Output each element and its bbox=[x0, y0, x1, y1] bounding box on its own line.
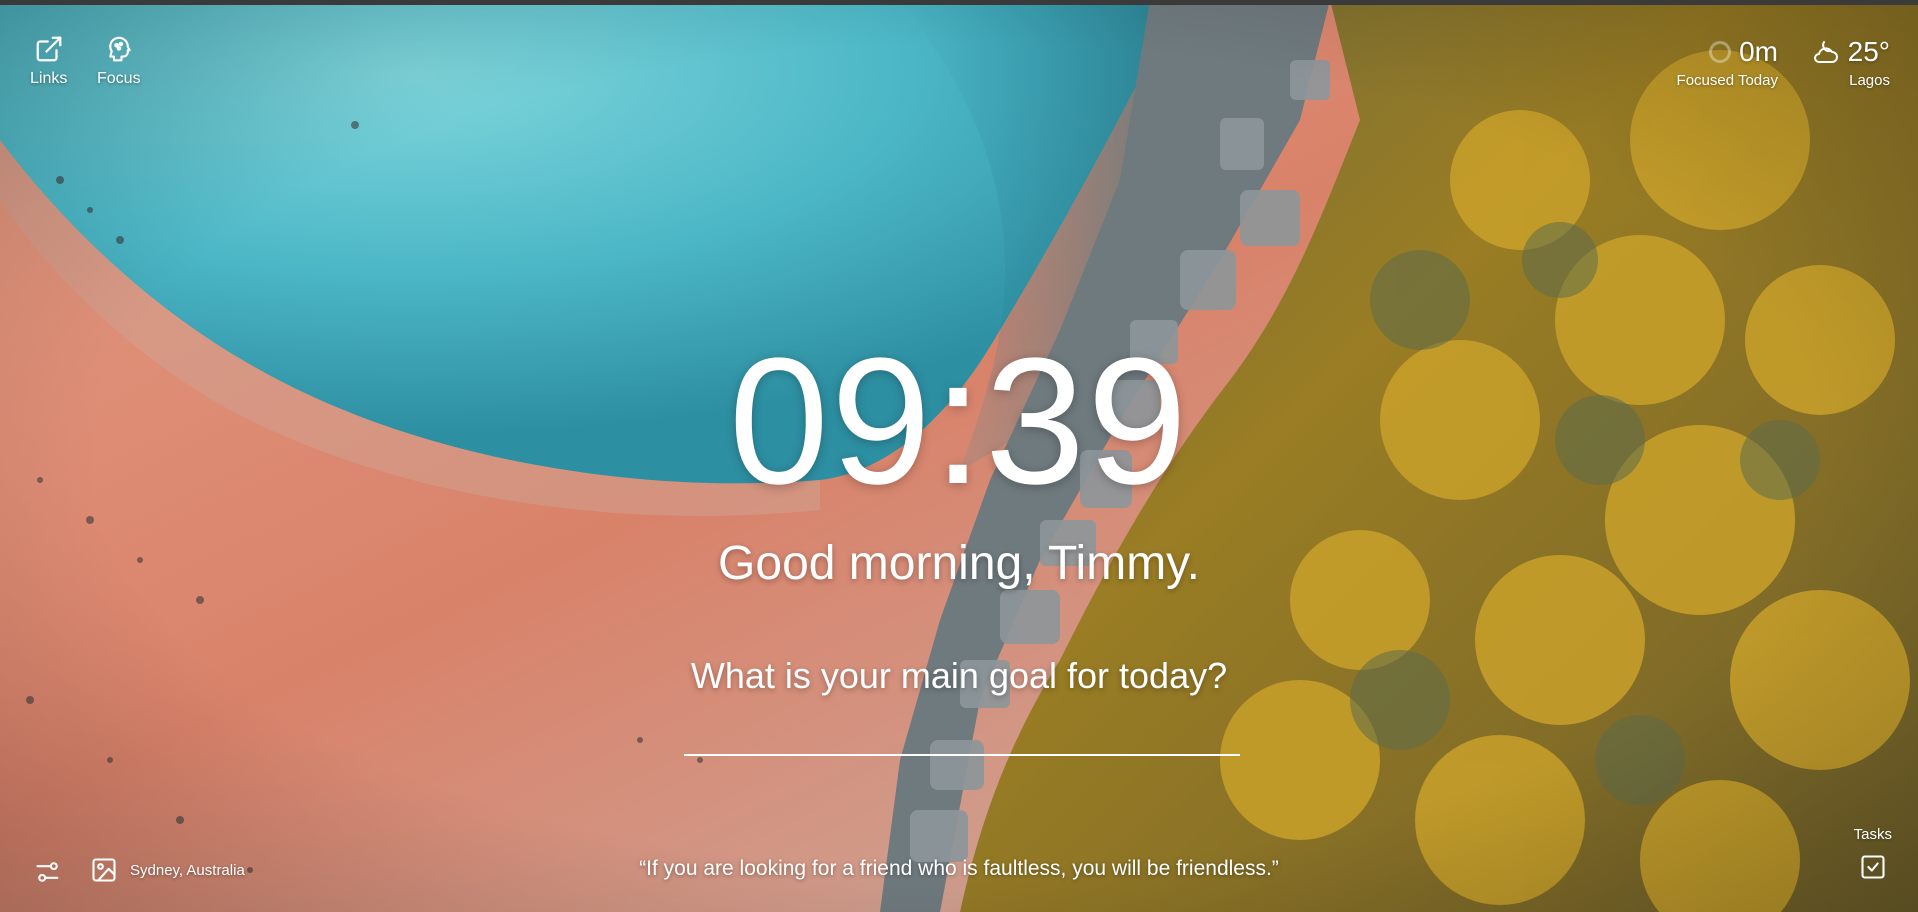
focus-label: Focus bbox=[97, 70, 141, 87]
focused-time-value: 0m bbox=[1739, 36, 1778, 67]
focused-today-caption: Focused Today bbox=[1676, 72, 1778, 89]
partly-cloudy-night-icon bbox=[1810, 36, 1842, 68]
new-tab-dashboard: Links Focus 0m Focused Today 25° Lagos 0… bbox=[0, 0, 1918, 912]
focus-button[interactable]: Focus bbox=[97, 34, 141, 88]
daily-quote[interactable]: “If you are looking for a friend who is … bbox=[0, 857, 1918, 881]
brain-head-icon bbox=[104, 34, 134, 64]
window-top-border bbox=[0, 0, 1918, 5]
weather-widget[interactable]: 25° Lagos bbox=[1810, 36, 1890, 89]
checkbox-icon bbox=[1854, 853, 1892, 881]
focused-today-widget[interactable]: 0m Focused Today bbox=[1677, 36, 1778, 89]
tasks-button[interactable]: Tasks bbox=[1854, 826, 1892, 881]
clock-time: 09:39 bbox=[728, 321, 1190, 522]
weather-location: Lagos bbox=[1849, 72, 1890, 89]
main-goal-question: What is your main goal for today? bbox=[690, 655, 1228, 696]
main-goal-input[interactable] bbox=[684, 700, 1240, 756]
external-link-icon bbox=[34, 34, 64, 64]
links-button[interactable]: Links bbox=[30, 34, 67, 88]
tasks-label: Tasks bbox=[1853, 826, 1892, 843]
progress-ring-icon bbox=[1709, 41, 1732, 63]
temperature-value: 25° bbox=[1847, 36, 1890, 67]
greeting-text: Good morning, Timmy. bbox=[718, 537, 1200, 590]
links-label: Links bbox=[30, 70, 68, 87]
